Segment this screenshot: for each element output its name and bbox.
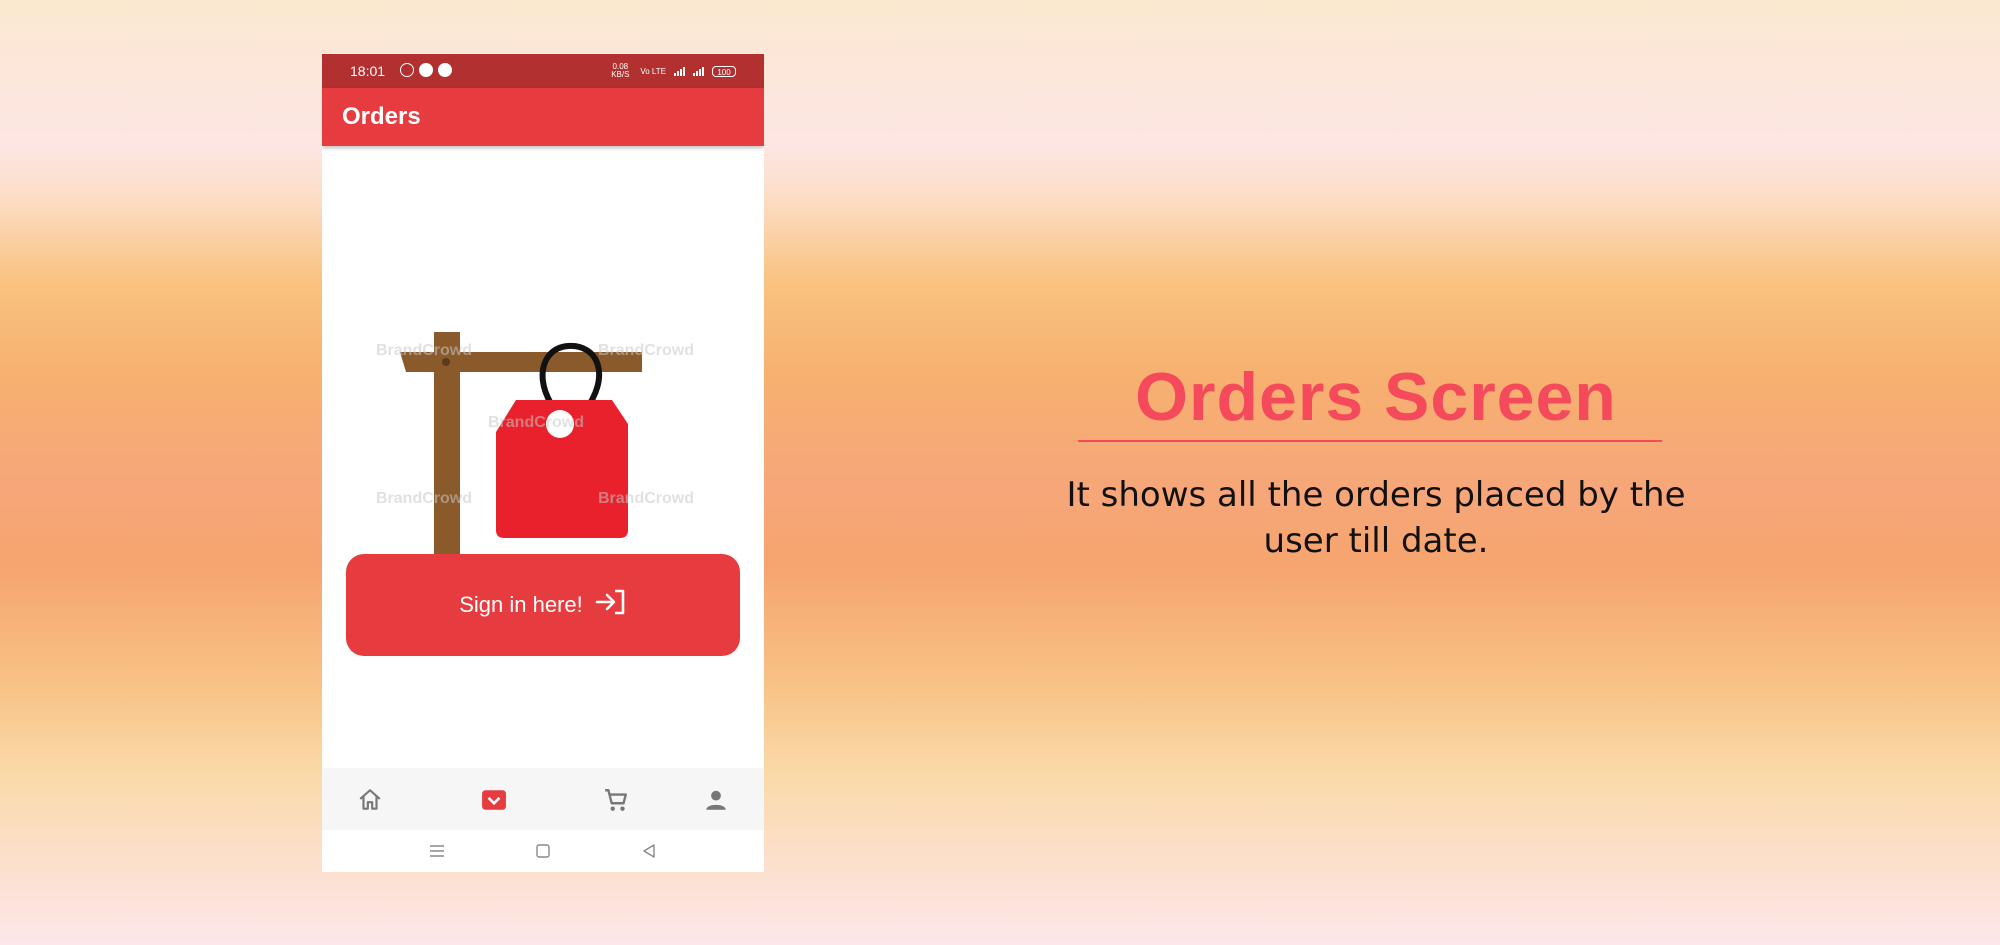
watermark: BrandCrowd — [488, 414, 584, 431]
app-bar: Orders — [322, 88, 764, 146]
profile-icon — [706, 790, 726, 810]
title-underline — [1078, 440, 1662, 442]
sign-in-label: Sign in here! — [459, 592, 583, 617]
menu-icon[interactable] — [428, 842, 446, 860]
watermark: BrandCrowd — [598, 490, 694, 507]
watermark: BrandCrowd — [376, 342, 472, 359]
login-icon — [595, 588, 627, 622]
sign-in-button[interactable]: Sign in here! — [346, 554, 740, 656]
slide-title: Orders Screen — [1135, 359, 1617, 435]
cart-icon — [605, 789, 627, 811]
watermark: BrandCrowd — [376, 490, 472, 507]
signal-icon-2 — [693, 66, 704, 76]
whatsapp-icon — [400, 63, 414, 77]
orders-icon — [482, 790, 506, 810]
price-tag-sign-icon: BrandCrowd BrandCrowd BrandCrowd BrandCr… — [322, 264, 764, 594]
system-navigation — [322, 830, 764, 872]
home-icon — [359, 789, 381, 810]
status-bar: 18:01 0.08 KB/S Vo LTE 100 — [322, 54, 764, 88]
nav-orders[interactable] — [480, 786, 508, 814]
network-label: Vo LTE — [640, 66, 666, 76]
status-time: 18:01 — [350, 63, 386, 79]
home-square-icon[interactable] — [534, 842, 552, 860]
message-icon — [419, 63, 433, 77]
back-icon[interactable] — [640, 842, 658, 860]
nav-home[interactable] — [356, 786, 384, 814]
page-title: Orders — [342, 103, 421, 130]
status-indicators: 0.08 KB/S Vo LTE 100 — [608, 63, 736, 79]
nav-cart[interactable] — [602, 786, 630, 814]
signal-icon — [674, 66, 685, 76]
nav-profile[interactable] — [702, 786, 730, 814]
slide-description: It shows all the orders placed by the us… — [1066, 475, 1686, 561]
watermark: BrandCrowd — [598, 342, 694, 359]
battery-icon: 100 — [712, 65, 736, 77]
notification-icons — [400, 63, 452, 77]
phone-screenshot: 18:01 0.08 KB/S Vo LTE 100 Orders BrandC… — [322, 54, 764, 872]
data-speed: 0.08 KB/S — [611, 62, 630, 79]
bottom-navigation — [322, 768, 764, 830]
notification-icon — [438, 63, 452, 77]
